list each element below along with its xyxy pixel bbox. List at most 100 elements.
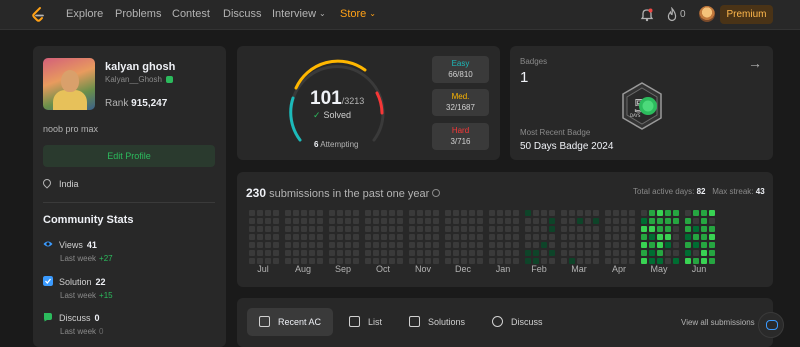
heatmap-cell[interactable] [329,234,335,240]
heatmap-cell[interactable] [525,250,531,256]
heatmap-cell[interactable] [353,258,359,264]
heatmap-cell[interactable] [577,218,583,224]
heatmap-cell[interactable] [285,234,291,240]
heatmap-cell[interactable] [649,242,655,248]
heatmap-cell[interactable] [433,226,439,232]
heatmap-cell[interactable] [673,226,679,232]
heatmap-cell[interactable] [389,250,395,256]
heatmap-cell[interactable] [629,250,635,256]
heatmap-cell[interactable] [561,210,567,216]
heatmap-cell[interactable] [569,210,575,216]
heatmap-cell[interactable] [273,226,279,232]
heatmap-cell[interactable] [285,226,291,232]
heatmap-cell[interactable] [389,234,395,240]
heatmap-cell[interactable] [309,226,315,232]
heatmap-cell[interactable] [409,234,415,240]
heatmap-cell[interactable] [577,226,583,232]
heatmap-cell[interactable] [409,210,415,216]
heatmap-cell[interactable] [665,250,671,256]
heatmap-cell[interactable] [533,218,539,224]
heatmap-cell[interactable] [489,218,495,224]
heatmap-cell[interactable] [673,250,679,256]
heatmap-cell[interactable] [561,218,567,224]
difficulty-hard[interactable]: Hard 3/716 [432,123,489,150]
heatmap-cell[interactable] [657,234,663,240]
heatmap-cell[interactable] [453,234,459,240]
heatmap-cell[interactable] [585,234,591,240]
heatmap-cell[interactable] [549,210,555,216]
heatmap-cell[interactable] [461,218,467,224]
heatmap-cell[interactable] [453,250,459,256]
heatmap-cell[interactable] [249,234,255,240]
heatmap-cell[interactable] [585,218,591,224]
heatmap-cell[interactable] [337,218,343,224]
heatmap-cell[interactable] [425,250,431,256]
heatmap-cell[interactable] [561,242,567,248]
heatmap-cell[interactable] [605,250,611,256]
heatmap-cell[interactable] [469,218,475,224]
heatmap-cell[interactable] [265,210,271,216]
heatmap-cell[interactable] [505,234,511,240]
heatmap-cell[interactable] [629,242,635,248]
heatmap-cell[interactable] [613,218,619,224]
heatmap-cell[interactable] [353,226,359,232]
heatmap-cell[interactable] [513,218,519,224]
heatmap-cell[interactable] [301,210,307,216]
heatmap-cell[interactable] [593,242,599,248]
heatmap-cell[interactable] [417,242,423,248]
heatmap-cell[interactable] [585,242,591,248]
heatmap-cell[interactable] [365,242,371,248]
heatmap-cell[interactable] [477,234,483,240]
heatmap-cell[interactable] [693,250,699,256]
heatmap-cell[interactable] [301,242,307,248]
heatmap-cell[interactable] [621,218,627,224]
heatmap-cell[interactable] [605,258,611,264]
heatmap-cell[interactable] [541,234,547,240]
heatmap-cell[interactable] [381,250,387,256]
heatmap-cell[interactable] [525,258,531,264]
heatmap-cell[interactable] [389,242,395,248]
heatmap-cell[interactable] [469,242,475,248]
heatmap-cell[interactable] [469,210,475,216]
heatmap-cell[interactable] [657,250,663,256]
heatmap-cell[interactable] [461,242,467,248]
heatmap-cell[interactable] [497,250,503,256]
heatmap-cell[interactable] [673,218,679,224]
heatmap-cell[interactable] [445,258,451,264]
heatmap-cell[interactable] [525,210,531,216]
heatmap-cell[interactable] [665,210,671,216]
heatmap-cell[interactable] [309,210,315,216]
heatmap-cell[interactable] [505,250,511,256]
heatmap-cell[interactable] [513,210,519,216]
heatmap-cell[interactable] [417,234,423,240]
heatmap-cell[interactable] [309,250,315,256]
heatmap-cell[interactable] [285,210,291,216]
heatmap-cell[interactable] [569,234,575,240]
heatmap-cell[interactable] [525,226,531,232]
heatmap-cell[interactable] [685,242,691,248]
heatmap-cell[interactable] [425,226,431,232]
heatmap-cell[interactable] [397,234,403,240]
heatmap-cell[interactable] [397,218,403,224]
heatmap-cell[interactable] [577,250,583,256]
heatmap-cell[interactable] [373,218,379,224]
heatmap-cell[interactable] [489,258,495,264]
heatmap-cell[interactable] [317,234,323,240]
nav-contest[interactable]: Contest [172,8,210,20]
heatmap-cell[interactable] [309,234,315,240]
heatmap-cell[interactable] [365,218,371,224]
heatmap-cell[interactable] [549,250,555,256]
heatmap-cell[interactable] [469,226,475,232]
heatmap-cell[interactable] [345,242,351,248]
heatmap-cell[interactable] [513,258,519,264]
edit-profile-button[interactable]: Edit Profile [43,145,215,167]
heatmap-cell[interactable] [477,250,483,256]
heatmap-cell[interactable] [445,226,451,232]
heatmap-cell[interactable] [353,242,359,248]
difficulty-easy[interactable]: Easy 66/810 [432,56,489,83]
heatmap-cell[interactable] [353,234,359,240]
heatmap-cell[interactable] [561,258,567,264]
leetcode-logo-icon[interactable] [29,6,47,24]
heatmap-cell[interactable] [505,226,511,232]
heatmap-cell[interactable] [505,242,511,248]
